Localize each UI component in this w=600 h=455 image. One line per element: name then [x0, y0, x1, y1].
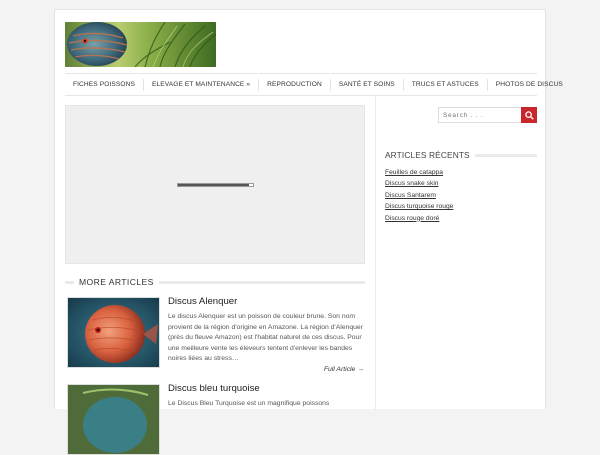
more-articles-heading: MORE ARTICLES: [65, 276, 365, 288]
search-button[interactable]: [521, 107, 537, 123]
recent-article-link[interactable]: Feuilles de catappa: [385, 167, 453, 178]
search-input[interactable]: [438, 107, 521, 123]
featured-slider[interactable]: [65, 105, 365, 264]
slider-loading-fill: [178, 184, 250, 186]
nav-item-fiches-poissons[interactable]: FICHES POISSONS: [65, 78, 144, 91]
site-logo[interactable]: [65, 22, 216, 67]
nav-item-sante-soins[interactable]: SANTÉ ET SOINS: [331, 78, 404, 91]
discus-banner-image: [65, 22, 216, 67]
sidebar-divider: [375, 95, 376, 410]
discus-bleu-turquoise-image: [68, 385, 159, 454]
page-container: FICHES POISSONS ELEVAGE ET MAINTENANCE »…: [54, 9, 563, 455]
search-icon: [524, 110, 534, 120]
recent-articles-title: ARTICLES RÉCENTS: [385, 150, 470, 160]
recent-articles-list: Feuilles de catappa Discus snake skin Di…: [385, 167, 453, 224]
nav-item-trucs-astuces[interactable]: TRUCS ET ASTUCES: [404, 78, 488, 91]
heading-rule: [474, 153, 537, 157]
full-article-link[interactable]: Full Article →: [324, 366, 364, 373]
more-articles-title: MORE ARTICLES: [79, 277, 154, 287]
article-thumbnail-discus-bleu-turquoise[interactable]: [67, 384, 160, 455]
article-card: Discus bleu turquoise Le Discus Bleu Tur…: [65, 383, 365, 455]
article-title-discus-bleu-turquoise[interactable]: Discus bleu turquoise: [168, 383, 260, 394]
nav-item-photos-discus[interactable]: PHOTOS DE DISCUS: [488, 79, 571, 91]
nav-item-elevage-maintenance[interactable]: ELEVAGE ET MAINTENANCE »: [144, 78, 260, 91]
discus-alenquer-image: [68, 298, 159, 367]
recent-articles-heading: ARTICLES RÉCENTS: [385, 149, 537, 161]
article-excerpt: Le discus Alenquer est un poisson de cou…: [168, 313, 363, 363]
heading-rule-right: [158, 280, 365, 284]
search-form: [438, 107, 537, 123]
nav-item-reproduction[interactable]: REPRODUCTION: [259, 78, 331, 91]
article-card: Discus Alenquer Le discus Alenquer est u…: [65, 296, 365, 377]
article-title-discus-alenquer[interactable]: Discus Alenquer: [168, 296, 237, 307]
main-nav: FICHES POISSONS ELEVAGE ET MAINTENANCE »…: [65, 73, 563, 96]
article-thumbnail-discus-alenquer[interactable]: [67, 297, 160, 368]
article-excerpt: Le Discus Bleu Turquoise est un magnifiq…: [168, 400, 330, 407]
recent-article-link[interactable]: Discus Santarem: [385, 190, 453, 201]
slider-loading-bar: [177, 183, 254, 187]
recent-article-link[interactable]: Discus turquoise rouge: [385, 201, 453, 212]
recent-article-link[interactable]: Discus snake skin: [385, 178, 453, 189]
recent-article-link[interactable]: Discus rouge doré: [385, 213, 453, 224]
heading-rule-left: [65, 280, 74, 284]
